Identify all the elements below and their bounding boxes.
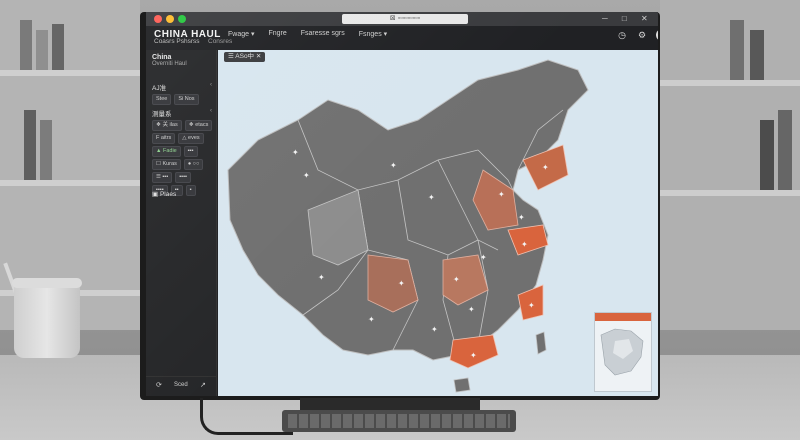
section-header-1[interactable]: AJ准 ‹ [152,82,212,92]
maximize-window-button[interactable] [178,15,186,23]
address-bar[interactable]: ⊠ ▫▫▫▫▫▫▫▫▫ [342,14,468,24]
map-marker: ✦ [470,351,477,360]
map-marker: ✦ [453,275,460,284]
chip[interactable]: ▪▪▪▪ [175,172,192,183]
paper-cup [12,278,82,358]
menu-item-1[interactable]: Fwage ▾ [228,30,254,38]
expand-icon[interactable]: ↗ [200,381,206,389]
map-marker: ✦ [428,193,435,202]
map-marker: ✦ [518,213,525,222]
chip[interactable]: F aitrs [152,133,176,144]
chevron-left-icon: ‹ [210,108,212,114]
breadcrumb-item-1[interactable]: Coasrs Pshsrss [154,38,200,45]
filter-row-4: ☐ Kuras ● ○○ [152,159,204,170]
map-marker: ✦ [528,301,535,310]
chip[interactable]: ▲ Fadie [152,146,181,157]
minimap [600,328,644,376]
address-text: ⊠ ▫▫▫▫▫▫▫▫▫ [389,15,421,22]
breadcrumb-item-2[interactable]: Consres [208,38,232,45]
legend-header [595,313,651,321]
chip[interactable]: ● ○○ [183,159,204,170]
refresh-icon[interactable]: ⟳ [156,381,162,389]
chevron-left-icon: ‹ [210,82,212,88]
menu-item-2[interactable]: Fngre [268,30,286,38]
map-marker: ✦ [292,148,299,157]
region-name: China [152,54,172,61]
panel-label: Plaes [159,191,177,198]
map-marker: ✦ [542,163,549,172]
filter-row-1: ❖ 关 ilas ❖ etacs [152,120,213,131]
window-controls[interactable]: ─ □ ✕ [602,14,654,23]
chip[interactable]: ❖ 关 ilas [152,120,182,131]
map-marker: ✦ [480,253,487,262]
map-marker: ✦ [398,279,405,288]
chip[interactable]: ▪ [185,185,196,196]
filter-row-2: F aitrs △ eves [152,133,204,144]
section-header-2[interactable]: 测量系 ‹ [152,108,212,118]
filter-row-3: ▲ Fadie ▪▪▪ [152,146,198,157]
region-subtitle: Overniti Haul [152,61,187,67]
map-marker: ✦ [390,161,397,170]
section-1-label: AJ准 [152,85,167,92]
window-titlebar: ⊠ ▫▫▫▫▫▫▫▫▫ ─ □ ✕ [146,12,658,26]
menu-item-4[interactable]: Fsnges ▾ [359,30,387,38]
breadcrumb: Coasrs Pshsrss Consres [146,38,658,50]
chip[interactable]: ☐ Kuras [152,159,181,170]
keyboard [282,410,516,432]
sidebar: China Overniti Haul AJ准 ‹ Stee Si Nos 测量… [146,50,217,396]
map-island-taiwan [535,331,547,355]
chip[interactable]: ❖ etacs [184,120,213,131]
chip[interactable]: △ eves [178,133,204,144]
menu-item-3[interactable]: Fsaresse sgrs [301,30,345,38]
map-marker: ✦ [318,273,325,282]
map-marker: ✦ [468,305,475,314]
main-menu: Fwage ▾ Fngre Fsaresse sgrs Fsnges ▾ [228,30,387,38]
map-island-hainan [453,377,471,393]
monitor-cable [200,398,293,435]
map-marker: ✦ [498,190,505,199]
map-marker: ✦ [303,171,310,180]
section-1-chips: Stee Si Nos [152,94,199,105]
bookshelf-right [660,0,800,330]
minimap-legend[interactable] [594,312,652,392]
map-marker: ✦ [521,240,528,249]
china-map[interactable]: ✦ ✦ ✦ ✦ ✦ ✦ ✦ ✦ ✦ ✦ ✦ ✦ ✦ ✦ ✦ ✦ ✦ [218,50,658,396]
chip[interactable]: Stee [152,94,172,105]
app-window: ⊠ ▫▫▫▫▫▫▫▫▫ ─ □ ✕ CHINA HAUL Fwage ▾ Fng… [146,12,658,396]
map-marker: ✦ [431,325,438,334]
minimize-window-button[interactable] [166,15,174,23]
close-window-button[interactable] [154,15,162,23]
image-icon: ▣ [152,191,160,198]
region-card[interactable]: China Overniti Haul [152,54,210,76]
map-tab[interactable]: ☰ ASo中 ✕ [224,52,266,62]
chip[interactable]: ☰ ▪▪▪ [152,172,173,183]
map-marker: ✦ [368,315,375,324]
chip[interactable]: Si Nos [174,94,199,105]
sidebar-footer: ⟳ Sced ↗ [146,376,216,396]
map-pane[interactable]: ✦ ✦ ✦ ✦ ✦ ✦ ✦ ✦ ✦ ✦ ✦ ✦ ✦ ✦ ✦ ✦ ✦ ☰ ASo中… [218,50,658,396]
panel-row[interactable]: ▣ Plaes [152,190,176,198]
filter-row-5: ☰ ▪▪▪ ▪▪▪▪ [152,172,192,183]
traffic-lights [154,15,186,23]
section-2-label: 测量系 [152,111,172,118]
footer-label[interactable]: Sced [174,382,188,388]
chip[interactable]: ▪▪▪ [183,146,198,157]
